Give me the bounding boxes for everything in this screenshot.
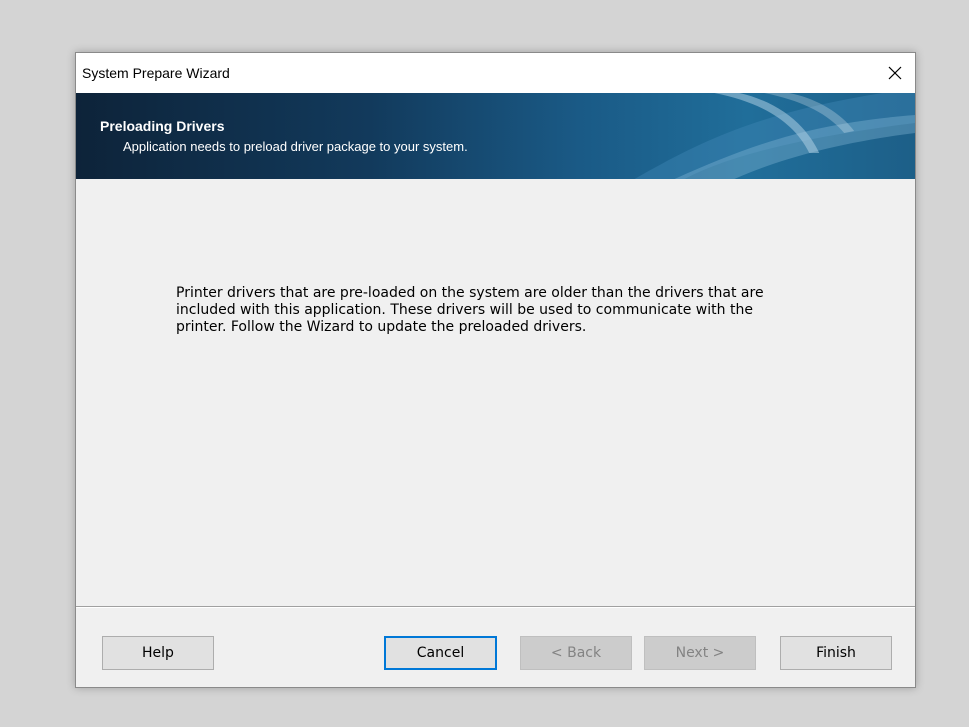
next-button: Next > — [644, 636, 756, 670]
banner-title: Preloading Drivers — [100, 118, 225, 134]
back-button: < Back — [520, 636, 632, 670]
banner-swoosh-graphic — [634, 93, 915, 179]
window-title: System Prepare Wizard — [82, 65, 230, 81]
help-button[interactable]: Help — [102, 636, 214, 670]
wizard-dialog: System Prepare Wizard Preloading Drivers… — [75, 52, 916, 688]
footer-divider — [76, 606, 915, 608]
info-message: Printer drivers that are pre-loaded on t… — [176, 285, 764, 335]
title-bar: System Prepare Wizard — [76, 53, 915, 93]
header-banner: Preloading Drivers Application needs to … — [76, 93, 915, 179]
cancel-button[interactable]: Cancel — [384, 636, 497, 670]
close-button[interactable] — [875, 53, 915, 93]
finish-button[interactable]: Finish — [780, 636, 892, 670]
banner-subtitle: Application needs to preload driver pack… — [123, 139, 468, 154]
close-icon — [888, 66, 902, 80]
